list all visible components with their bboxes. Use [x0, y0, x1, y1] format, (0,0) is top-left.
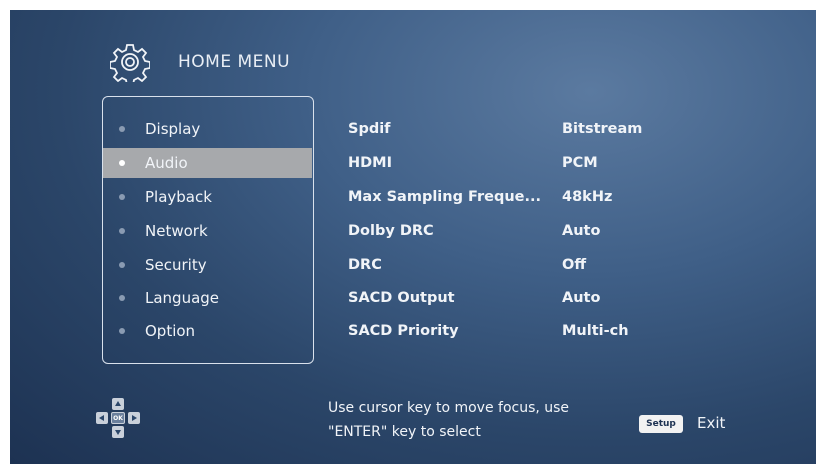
setting-row-sacd-priority[interactable]: SACD Priority Multi-ch [348, 316, 668, 346]
bullet-icon [119, 328, 125, 334]
help-line-1: Use cursor key to move focus, use [328, 400, 570, 416]
setting-value: 48kHz [562, 189, 613, 205]
arrow-up-icon [112, 398, 124, 410]
menu-header: HOME MENU [110, 42, 290, 82]
setting-name: DRC [348, 257, 382, 273]
menu-item-label: Playback [145, 188, 212, 206]
setting-name: Max Sampling Freque... [348, 189, 542, 205]
arrow-left-icon [96, 412, 108, 424]
menu-item-label: Audio [145, 154, 188, 172]
menu-item-security[interactable]: Security [103, 250, 312, 280]
setting-row-hdmi[interactable]: HDMI PCM [348, 148, 668, 178]
bullet-icon [119, 126, 125, 132]
menu-item-display[interactable]: Display [103, 114, 312, 144]
menu-item-label: Language [145, 289, 220, 307]
arrow-down-icon [112, 426, 124, 438]
menu-item-language[interactable]: Language [103, 283, 312, 313]
bullet-icon [119, 160, 125, 166]
setting-row-max-sampling[interactable]: Max Sampling Freque... 48kHz [348, 182, 668, 212]
category-menu: Display Audio Playback Network Security … [102, 96, 314, 364]
menu-item-network[interactable]: Network [103, 216, 312, 246]
setting-value: Multi-ch [562, 323, 629, 339]
setting-name: Dolby DRC [348, 223, 434, 239]
setting-row-sacd-output[interactable]: SACD Output Auto [348, 283, 668, 313]
dpad-hint: OK [90, 392, 146, 442]
ok-key-icon: OK [111, 412, 125, 424]
bullet-icon [119, 295, 125, 301]
setting-value: Auto [562, 223, 601, 239]
bullet-icon [119, 228, 125, 234]
help-text: Use cursor key to move focus, use "ENTER… [328, 396, 569, 444]
menu-item-label: Option [145, 322, 196, 340]
menu-item-option[interactable]: Option [103, 316, 312, 346]
setting-row-spdif[interactable]: Spdif Bitstream [348, 114, 668, 144]
tv-screen: HOME MENU Display Audio Playback Network… [10, 10, 816, 464]
menu-item-audio[interactable]: Audio [103, 148, 312, 178]
gear-icon [110, 44, 150, 82]
bullet-icon [119, 194, 125, 200]
setting-value: Off [562, 257, 587, 273]
setting-value: Auto [562, 290, 601, 306]
help-line-2: "ENTER" key to select [328, 424, 481, 440]
bullet-icon [119, 262, 125, 268]
setting-name: SACD Output [348, 290, 455, 306]
page-title: HOME MENU [178, 52, 291, 72]
setting-name: HDMI [348, 155, 392, 171]
setting-value: Bitstream [562, 121, 643, 137]
setting-name: SACD Priority [348, 323, 459, 339]
setting-value: PCM [562, 155, 598, 171]
arrow-right-icon [128, 412, 140, 424]
setting-name: Spdif [348, 121, 391, 137]
setting-row-drc[interactable]: DRC Off [348, 250, 668, 280]
menu-item-label: Security [145, 256, 207, 274]
menu-item-playback[interactable]: Playback [103, 182, 312, 212]
menu-item-label: Display [145, 120, 201, 138]
setting-row-dolby-drc[interactable]: Dolby DRC Auto [348, 216, 668, 246]
exit-label: Exit [697, 414, 726, 432]
setup-key-icon: Setup [639, 415, 683, 433]
menu-item-label: Network [145, 222, 208, 240]
